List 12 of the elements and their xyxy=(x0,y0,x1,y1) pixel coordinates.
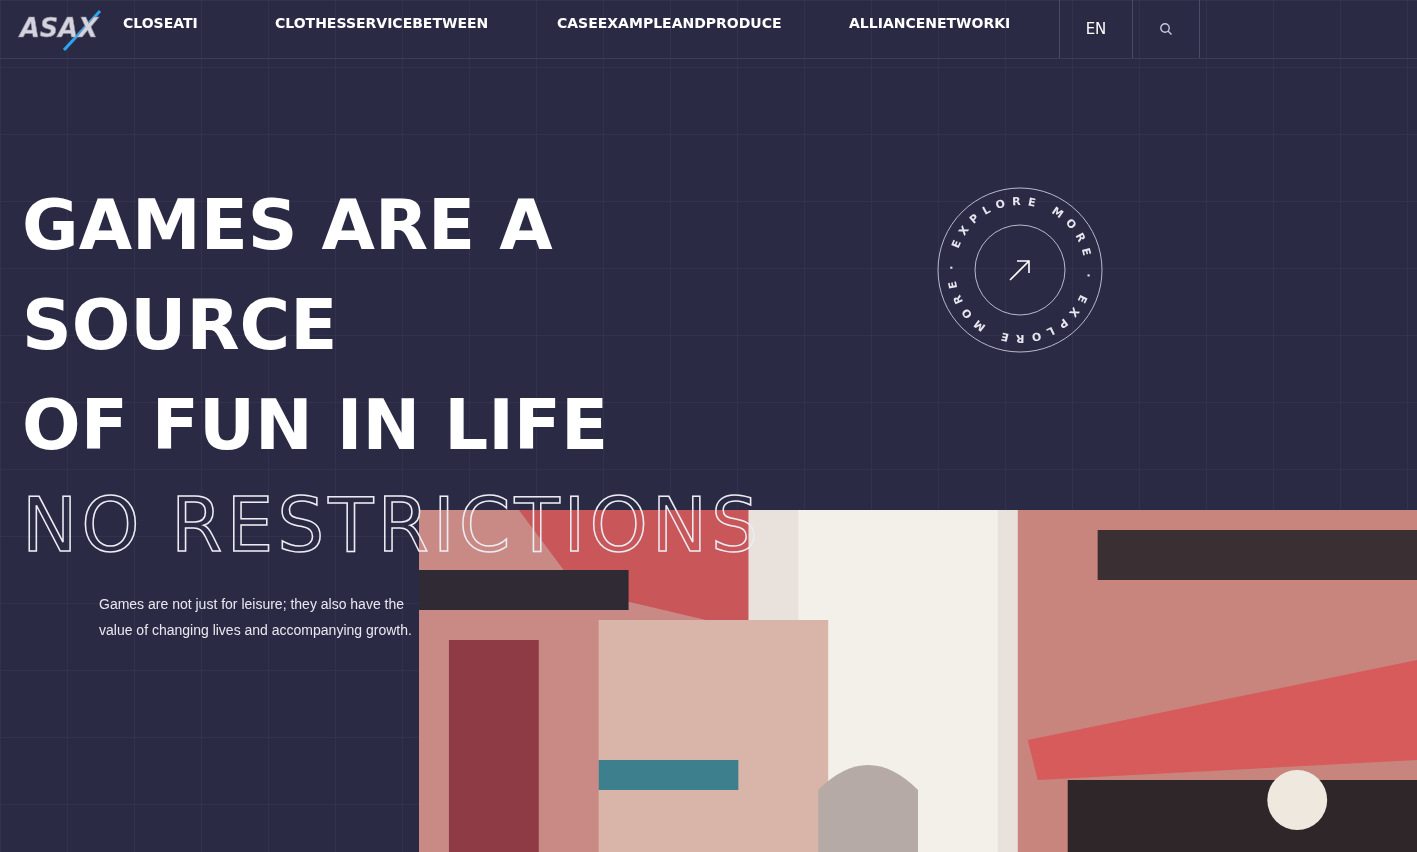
language-button[interactable]: EN xyxy=(1059,0,1132,58)
nav-link[interactable]: CLOSEATI xyxy=(123,15,198,31)
headline-line: SOURCE xyxy=(22,284,338,367)
nav-link[interactable]: CLOTHESSERVICEBETWEEN xyxy=(275,15,489,31)
arrow-icon xyxy=(1009,260,1030,281)
headline-line: OF FUN IN LIFE xyxy=(22,384,609,467)
nav-link[interactable]: ALLIANCENETWORKI xyxy=(849,15,1011,31)
search-icon xyxy=(1159,22,1173,36)
nav-link[interactable]: CASEEXAMPLEANDPRODUCE xyxy=(557,15,782,31)
headline-line: GAMES ARE A xyxy=(22,184,553,267)
search-button[interactable] xyxy=(1132,0,1200,58)
description: Games are not just for leisure; they also have the value of changing lives and accompanying growth. xyxy=(99,595,413,640)
